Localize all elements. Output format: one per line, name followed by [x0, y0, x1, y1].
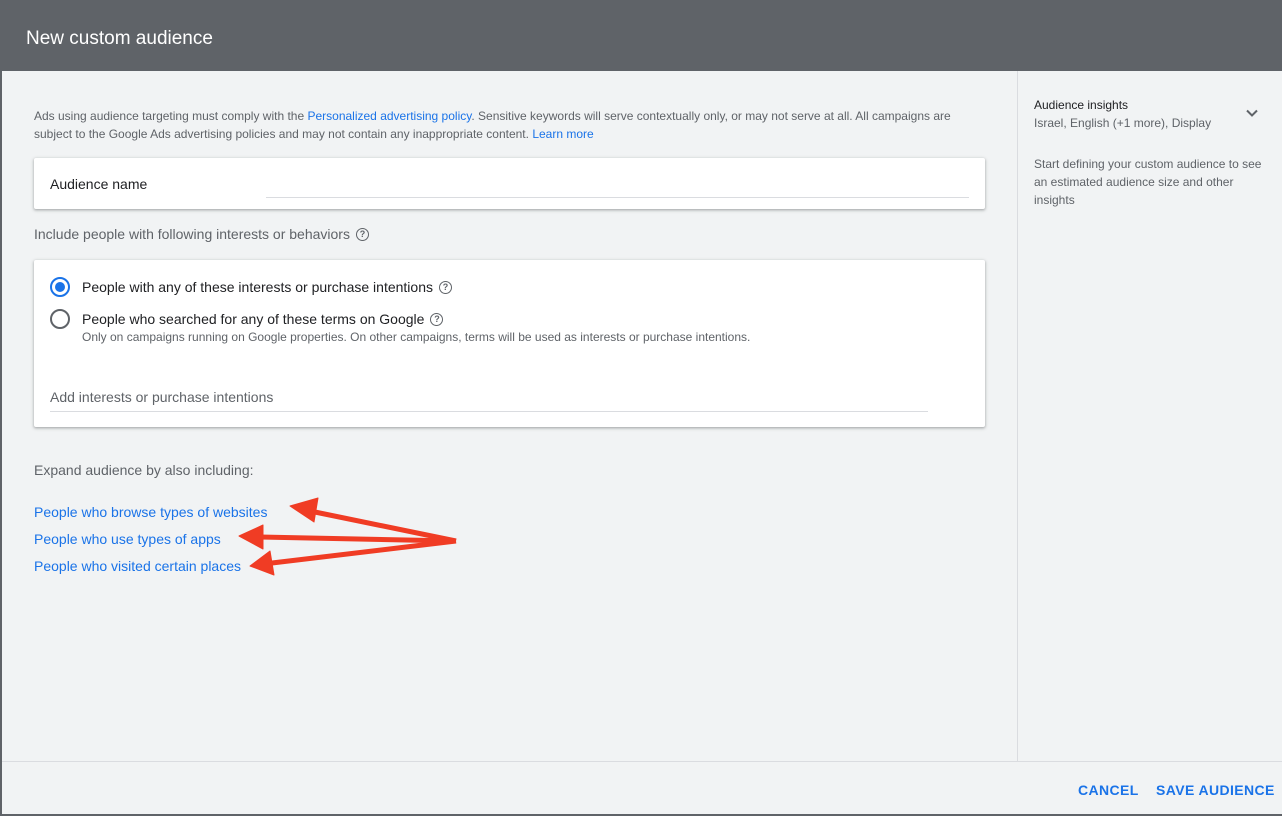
- insights-body: Start defining your custom audience to s…: [1034, 157, 1262, 207]
- custom-audience-dialog: New custom audience Ads using audience t…: [2, 2, 1282, 814]
- audience-name-label: Audience name: [50, 176, 148, 192]
- dialog-footer: CANCEL SAVE AUDIENCE: [2, 761, 1282, 814]
- interests-section-text: Include people with following interests …: [34, 226, 350, 242]
- interests-card: People with any of these interests or pu…: [34, 260, 985, 427]
- insights-title: Audience insights: [1034, 98, 1129, 112]
- learn-more-link[interactable]: Learn more: [532, 127, 593, 141]
- main-panel: Ads using audience targeting must comply…: [2, 71, 1017, 761]
- option-interests-text: People with any of these interests or pu…: [82, 279, 433, 295]
- insights-subtitle: Israel, English (+1 more), Display: [1034, 116, 1212, 130]
- option-search-text: People who searched for any of these ter…: [82, 311, 425, 327]
- expand-audience-label: Expand audience by also including:: [34, 462, 254, 478]
- audience-name-card: Audience name: [34, 158, 985, 209]
- audience-name-input[interactable]: [266, 170, 969, 198]
- option-search-row[interactable]: People who searched for any of these ter…: [50, 309, 444, 329]
- chevron-down-icon[interactable]: [1244, 105, 1260, 121]
- interests-input[interactable]: [50, 378, 928, 412]
- policy-text: Ads using audience targeting must comply…: [34, 109, 308, 123]
- browse-websites-link[interactable]: People who browse types of websites: [34, 504, 267, 520]
- option-search-sublabel: Only on campaigns running on Google prop…: [82, 330, 751, 344]
- radio-search-terms[interactable]: [50, 309, 70, 329]
- option-interests-row[interactable]: People with any of these interests or pu…: [50, 277, 452, 297]
- dialog-title: New custom audience: [26, 28, 213, 49]
- personalized-advertising-policy-link[interactable]: Personalized advertising policy: [307, 109, 471, 123]
- audience-insights-panel: Audience insights Israel, English (+1 mo…: [1017, 71, 1282, 761]
- cancel-button[interactable]: CANCEL: [1078, 782, 1139, 798]
- help-icon[interactable]: ?: [430, 312, 444, 326]
- help-icon[interactable]: ?: [355, 227, 369, 241]
- use-apps-link[interactable]: People who use types of apps: [34, 531, 221, 547]
- option-interests-label: People with any of these interests or pu…: [82, 279, 452, 295]
- radio-interests[interactable]: [50, 277, 70, 297]
- option-search-label: People who searched for any of these ter…: [82, 311, 444, 327]
- visited-places-link[interactable]: People who visited certain places: [34, 558, 241, 574]
- interests-section-label: Include people with following interests …: [34, 226, 369, 242]
- dialog-header: New custom audience: [2, 2, 1282, 71]
- save-audience-button[interactable]: SAVE AUDIENCE: [1156, 782, 1275, 798]
- help-icon[interactable]: ?: [438, 280, 452, 294]
- policy-notice: Ads using audience targeting must comply…: [34, 107, 974, 143]
